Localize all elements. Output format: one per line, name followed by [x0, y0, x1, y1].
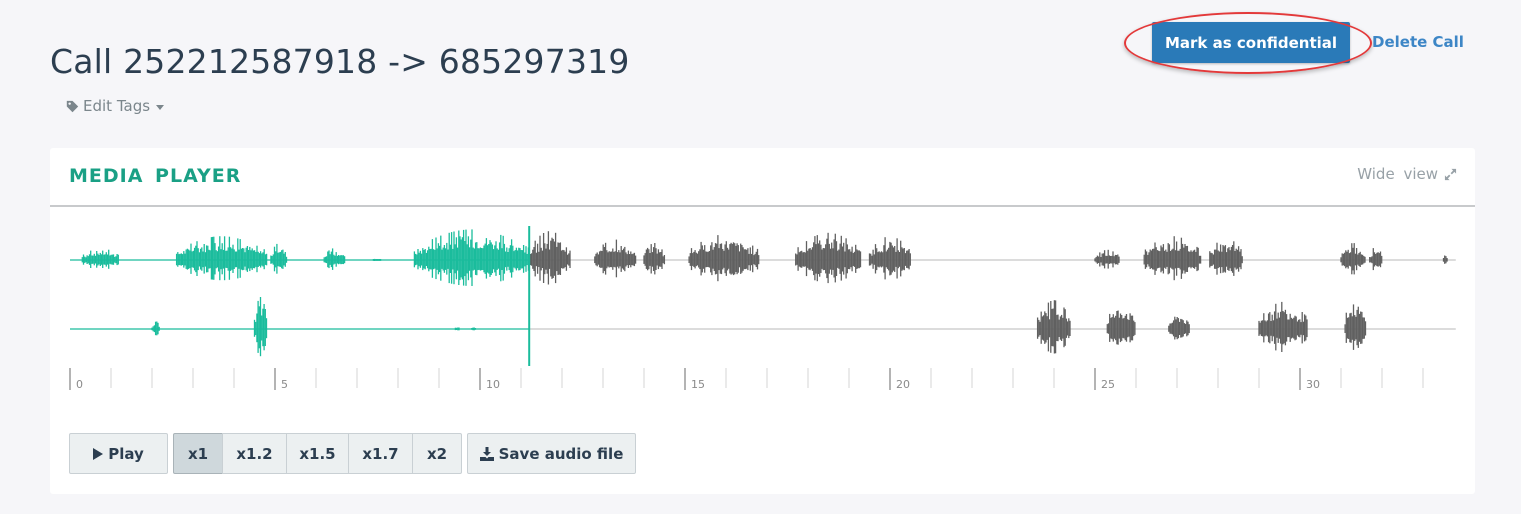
caret-down-icon [156, 104, 165, 110]
speed-button-x1-2[interactable]: x1.2 [222, 433, 287, 474]
save-audio-button[interactable]: Save audio file [467, 433, 636, 474]
timeline-label: 30 [1306, 378, 1320, 391]
waveform-segment [1344, 304, 1367, 350]
waveform-segment [528, 231, 571, 285]
timeline-label: 15 [691, 378, 705, 391]
waveform-segment [454, 327, 460, 331]
edit-tags-label: Edit Tags [83, 97, 151, 115]
speed-button-x1-5[interactable]: x1.5 [286, 433, 349, 474]
play-button[interactable]: Play [69, 433, 168, 474]
waveform-segment [413, 229, 530, 286]
timeline-label: 5 [281, 378, 288, 391]
waveform-segment [323, 248, 346, 270]
panel-title: MEDIA PLAYER [69, 165, 242, 187]
save-audio-label: Save audio file [498, 444, 624, 463]
waveform-segment [175, 236, 268, 281]
waveform-segment [1209, 241, 1243, 276]
download-icon [479, 446, 494, 461]
timeline-label: 20 [896, 378, 910, 391]
waveform-segment [1036, 300, 1071, 354]
waveform-segment [1442, 255, 1448, 264]
waveform-segment [81, 249, 119, 269]
waveform-segment [795, 232, 862, 284]
timeline-label: 25 [1101, 378, 1115, 391]
waveform-segment [688, 235, 760, 282]
play-label: Play [108, 444, 144, 463]
timeline-label: 0 [76, 378, 83, 391]
waveform-canvas[interactable]: 0 5 10 15 20 25 30 [50, 208, 1475, 398]
waveform-segment [270, 243, 288, 274]
speed-button-x1[interactable]: x1 [173, 433, 223, 474]
waveform-segment [1106, 310, 1136, 345]
waveform-segment [1340, 243, 1366, 275]
waveform-segment [1094, 249, 1120, 269]
panel-header: MEDIA PLAYER Wide view [50, 148, 1475, 207]
delete-call-link[interactable]: Delete Call [1372, 33, 1464, 51]
player-controls: Play x1 x1.2 x1.5 x1.7 x2 Save audio file [69, 433, 636, 474]
mark-confidential-button[interactable]: Mark as confidential [1152, 22, 1350, 63]
waveform[interactable]: 0 5 10 15 20 25 30 [50, 208, 1475, 398]
play-icon [93, 447, 104, 460]
edit-tags-dropdown[interactable]: Edit Tags [66, 97, 165, 115]
waveform-segment [471, 327, 477, 331]
page-title: Call 252212587918 -> 685297319 [50, 42, 630, 82]
waveform-segment [1258, 301, 1308, 352]
speed-button-x2[interactable]: x2 [412, 433, 462, 474]
waveform-segment [868, 237, 911, 280]
speed-button-x1-7[interactable]: x1.7 [348, 433, 413, 474]
waveform-segment [1168, 316, 1190, 340]
waveform-segment [372, 258, 382, 261]
media-player-panel: MEDIA PLAYER Wide view 0 5 10 15 20 25 30 Play… [50, 148, 1475, 494]
tag-icon [66, 100, 79, 112]
waveform-segment [594, 239, 637, 278]
timeline-label: 10 [486, 378, 500, 391]
wide-view-label: Wide view [1357, 165, 1438, 183]
waveform-segment [1143, 236, 1202, 281]
waveform-segment [1369, 248, 1383, 271]
wide-view-toggle[interactable]: Wide view [1357, 165, 1457, 183]
speed-selector: x1 x1.2 x1.5 x1.7 x2 [173, 433, 462, 474]
waveform-segment [643, 243, 666, 275]
waveform-segment [253, 297, 268, 357]
waveform-segment [151, 321, 160, 336]
expand-icon [1444, 168, 1457, 180]
